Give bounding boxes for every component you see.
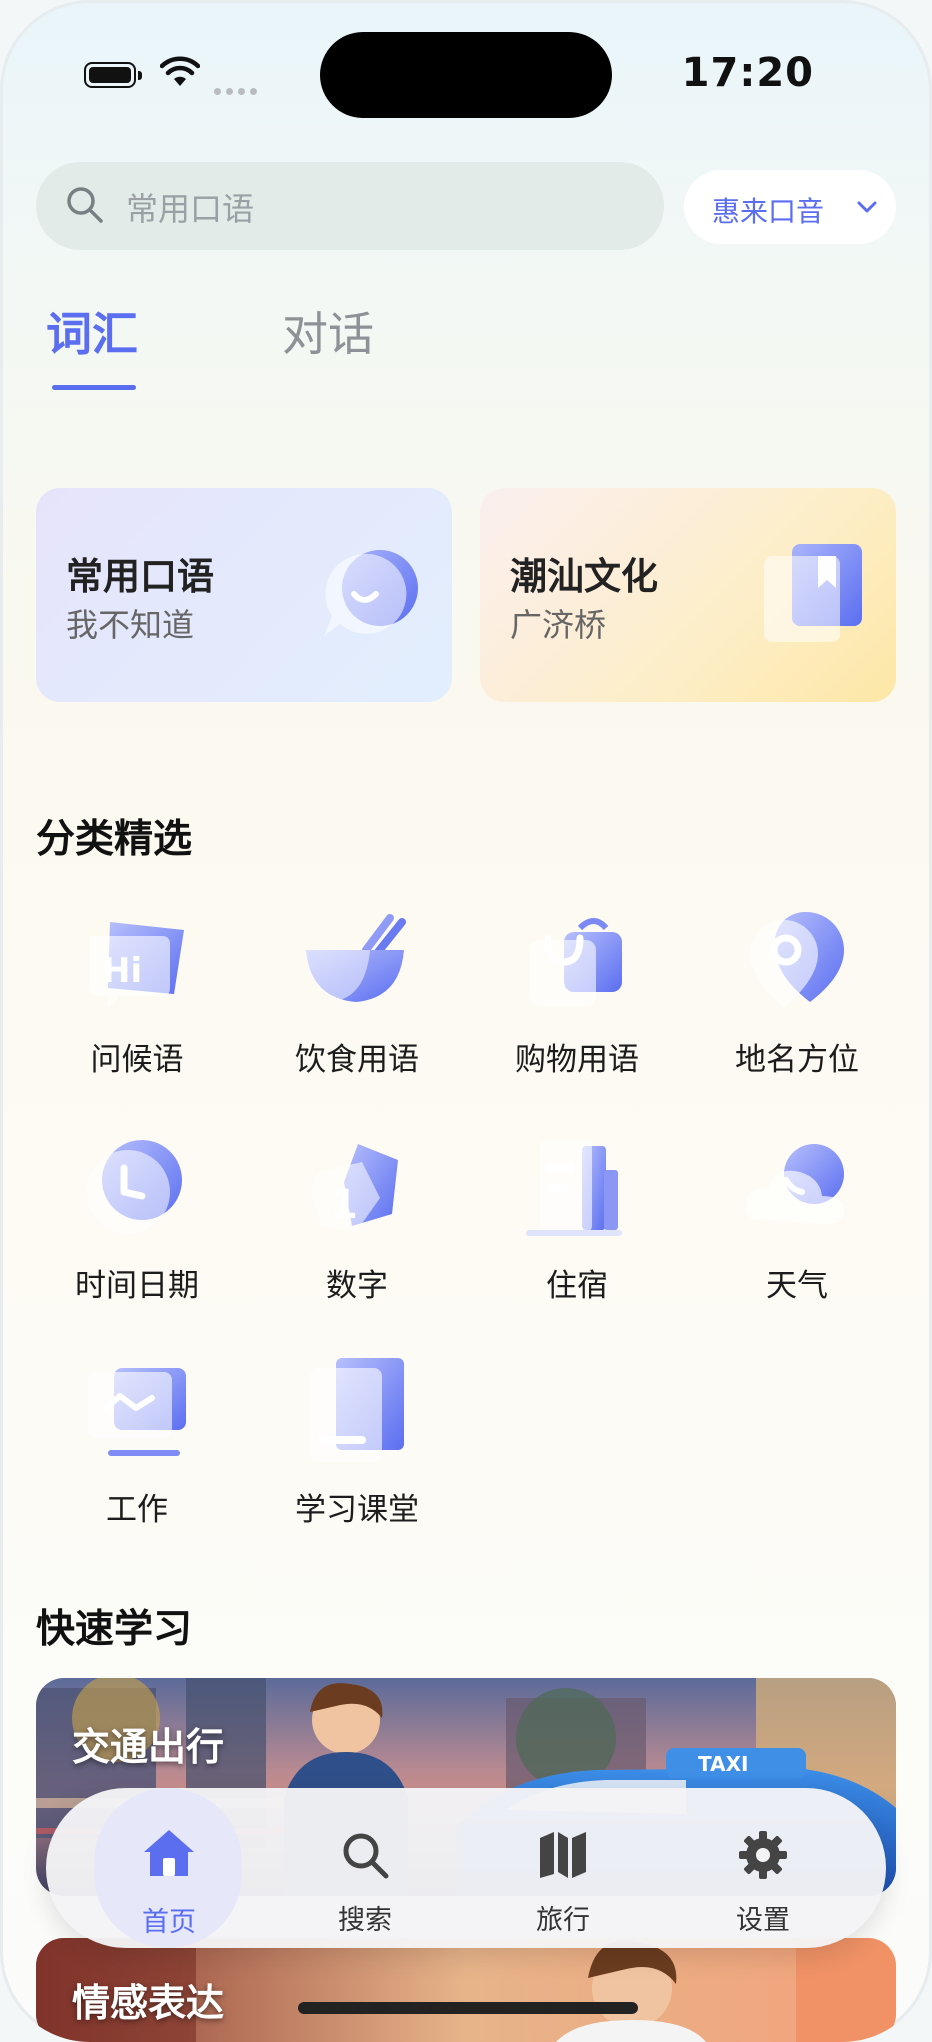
monitor-chart-icon xyxy=(88,1368,186,1456)
dialect-label: 惠来口音 xyxy=(712,195,825,228)
number-one-icon: 1 xyxy=(310,1144,398,1232)
active-tab-indicator xyxy=(52,385,136,390)
card-subtitle: 广济桥 xyxy=(510,606,607,644)
category-numbers[interactable]: 1 数字 xyxy=(252,1134,452,1324)
dialect-selector[interactable]: 惠来口音 xyxy=(684,170,896,244)
notebook-icon xyxy=(310,1358,404,1462)
card-title: 潮汕文化 xyxy=(510,555,658,598)
tab-vocabulary[interactable]: 词汇 xyxy=(46,298,138,364)
dynamic-island xyxy=(320,32,612,118)
feature-card-common-phrases[interactable]: 常用口语 我不知道 xyxy=(36,488,452,702)
category-lodging[interactable]: 住宿 xyxy=(472,1134,672,1324)
gear-icon xyxy=(739,1831,787,1879)
search-icon xyxy=(343,1833,389,1879)
category-label: 工作 xyxy=(106,1492,168,1528)
bookmark-book-icon xyxy=(764,544,862,642)
card-title: 常用口语 xyxy=(66,555,214,598)
tab-travel[interactable]: 旅行 xyxy=(488,1800,638,1936)
feature-card-chaoshan-culture[interactable]: 潮汕文化 广济桥 xyxy=(480,488,896,702)
category-label: 时间日期 xyxy=(75,1268,199,1304)
bottom-tab-bar: 首页 搜索 旅行 设置 xyxy=(46,1788,886,1948)
card-subtitle: 我不知道 xyxy=(66,606,195,644)
speech-bubble-icon xyxy=(324,550,418,636)
shopping-bag-icon xyxy=(530,918,622,1006)
category-label: 天气 xyxy=(766,1268,828,1304)
quick-learning-title: 快速学习 xyxy=(36,1607,193,1652)
bowl-chopsticks-icon xyxy=(306,914,406,1002)
category-food[interactable]: 饮食用语 xyxy=(252,908,452,1098)
category-weather[interactable]: 天气 xyxy=(692,1134,892,1324)
category-time[interactable]: 时间日期 xyxy=(32,1134,232,1324)
location-pin-icon xyxy=(750,911,844,1008)
category-label: 饮食用语 xyxy=(295,1042,419,1078)
quick-card-emotion[interactable]: 情感表达 xyxy=(36,1938,896,2042)
search-input[interactable]: 常用口语 xyxy=(36,162,664,250)
category-label: 问候语 xyxy=(90,1042,184,1078)
tab-label: 设置 xyxy=(736,1905,790,1936)
battery-icon xyxy=(84,62,142,88)
tab-settings[interactable]: 设置 xyxy=(688,1800,838,1936)
category-greetings[interactable]: Hi 问候语 xyxy=(32,908,232,1098)
app-screen: 17:20 常用口语 惠来口音 词汇 对话 常用口语 我不知道 潮汕文化 广济桥 xyxy=(0,0,932,2042)
svg-text:Hi: Hi xyxy=(102,951,142,991)
cloud-moon-icon xyxy=(745,1144,844,1224)
signal-dots-icon xyxy=(214,80,262,99)
chevron-down-icon xyxy=(857,201,877,213)
quick-card-title: 情感表达 xyxy=(72,1981,225,2025)
category-places[interactable]: 地名方位 xyxy=(692,908,892,1098)
quick-card-title: 交通出行 xyxy=(72,1725,225,1769)
search-icon xyxy=(67,187,103,223)
category-label: 住宿 xyxy=(546,1268,608,1304)
category-shopping[interactable]: 购物用语 xyxy=(472,908,672,1098)
svg-text:1: 1 xyxy=(330,1182,358,1228)
map-icon xyxy=(540,1832,586,1878)
tab-home[interactable]: 首页 xyxy=(94,1788,242,1948)
category-label: 数字 xyxy=(326,1268,388,1304)
hi-chat-icon: Hi xyxy=(90,922,184,1008)
tab-label: 首页 xyxy=(142,1907,196,1938)
tab-search[interactable]: 搜索 xyxy=(290,1800,440,1936)
tab-label: 旅行 xyxy=(536,1905,590,1936)
category-work[interactable]: 工作 xyxy=(32,1358,232,1548)
wifi-icon xyxy=(160,56,200,86)
category-label: 购物用语 xyxy=(515,1042,639,1078)
tab-label: 搜索 xyxy=(338,1905,392,1936)
category-classroom[interactable]: 学习课堂 xyxy=(252,1358,452,1548)
tab-dialogue[interactable]: 对话 xyxy=(282,298,374,364)
category-label: 地名方位 xyxy=(735,1042,859,1078)
home-indicator[interactable] xyxy=(298,2002,638,2014)
taxi-sign-text: TAXI xyxy=(698,1752,748,1776)
home-icon xyxy=(144,1830,194,1876)
building-icon xyxy=(526,1140,622,1236)
category-label: 学习课堂 xyxy=(295,1492,419,1528)
categories-title: 分类精选 xyxy=(36,817,193,862)
status-time: 17:20 xyxy=(681,50,814,96)
clock-icon xyxy=(86,1140,182,1234)
search-placeholder: 常用口语 xyxy=(126,190,255,228)
